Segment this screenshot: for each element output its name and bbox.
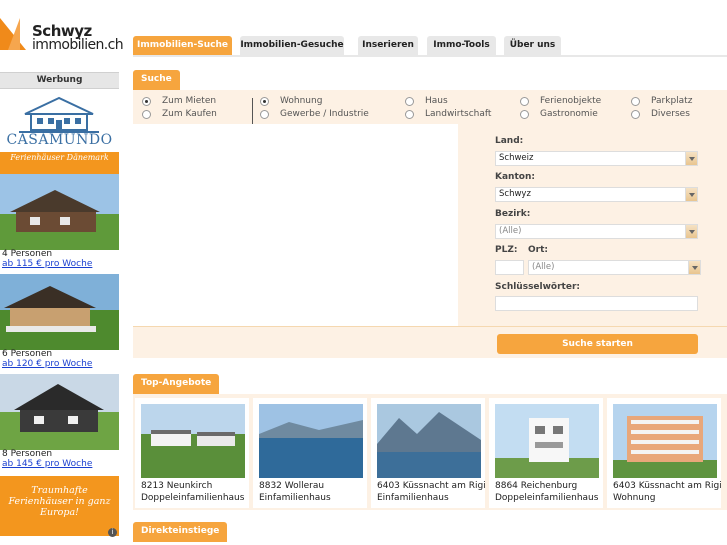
offer-photo — [613, 404, 717, 478]
chevron-down-icon — [685, 152, 697, 165]
offer-card[interactable]: 8832 Wollerau Einfamilienhaus — [253, 398, 367, 508]
offer-card[interactable]: 6403 Küssnacht am Rigi Einfamilienhaus — [371, 398, 486, 508]
radio-wohnung[interactable]: Wohnung — [260, 96, 322, 106]
ad-photo-3 — [0, 374, 119, 450]
label-bezirk: Bezirk: — [495, 209, 531, 219]
radio-gastronomie[interactable]: Gastronomie — [520, 109, 598, 119]
offer-photo — [259, 404, 363, 478]
offer-photo — [377, 404, 481, 478]
ad-brand: CASAMUNDO — [6, 132, 113, 148]
ad-banner[interactable]: CASAMUNDO Ferienhäuser Dänemark 4 Person… — [0, 92, 119, 539]
plz-input[interactable] — [495, 260, 524, 275]
radio-landwirtschaft[interactable]: Landwirtschaft — [405, 109, 491, 119]
search-form: Land: Schweiz Kanton: Schwyz Bezirk: (Al… — [458, 124, 727, 326]
submit-bar: Suche starten — [133, 326, 727, 358]
label-plz: PLZ: — [495, 245, 518, 255]
tab-immo-tools[interactable]: Immo-Tools — [427, 36, 496, 55]
offer-type: Doppeleinfamilienhaus — [141, 493, 245, 503]
offer-location: 6403 Küssnacht am Rigi — [377, 481, 486, 491]
divider — [252, 98, 253, 124]
ad-offer-persons: 4 Personen — [2, 249, 53, 259]
select-kanton[interactable]: Schwyz — [495, 187, 698, 202]
ad-offer-link[interactable]: ab 145 € pro Woche — [2, 459, 92, 469]
offer-location: 8864 Reichenburg — [495, 481, 578, 491]
map-area — [133, 124, 458, 326]
logo-line2: immobilien.ch — [32, 37, 124, 53]
offer-card[interactable]: 8213 Neunkirch Doppeleinfamilienhaus — [135, 398, 249, 508]
chevron-down-icon — [685, 225, 697, 238]
page: Schwyz immobilien.ch Werbung CASAMUNDO F… — [0, 0, 727, 545]
radio-gewerbe[interactable]: Gewerbe / Industrie — [260, 109, 369, 119]
direkt-header: Direkteinstiege — [133, 522, 228, 542]
tab-immobilien-gesuche[interactable]: Immobilien-Gesuche — [240, 36, 344, 55]
left-column: Schwyz immobilien.ch Werbung CASAMUNDO F… — [0, 0, 124, 545]
select-ort[interactable]: (Alle) — [528, 260, 701, 275]
offer-type: Einfamilienhaus — [377, 493, 449, 503]
search-panel: Zum Mieten Zum Kaufen Wohnung Gewerbe / … — [133, 90, 727, 358]
nav-divider — [133, 55, 727, 57]
offer-photo — [141, 404, 245, 478]
radio-parkplatz[interactable]: Parkplatz — [631, 96, 692, 106]
keywords-input[interactable] — [495, 296, 698, 311]
ad-tagline: Ferienhäuser Dänemark — [0, 152, 119, 174]
offer-card[interactable]: 6403 Küssnacht am Rigi Wohnung — [607, 398, 722, 508]
label-land: Land: — [495, 136, 524, 146]
chevron-down-icon — [685, 188, 697, 201]
ad-offer-persons: 6 Personen — [2, 349, 53, 359]
ad-photo-2 — [0, 274, 119, 350]
offer-card[interactable]: 8864 Reichenburg Doppeleinfamilienhaus — [489, 398, 603, 508]
offer-type: Doppeleinfamilienhaus — [495, 493, 599, 503]
ad-offer-link[interactable]: ab 120 € pro Woche — [2, 359, 92, 369]
offer-location: 6403 Küssnacht am Rigi — [613, 481, 722, 491]
offer-photo — [495, 404, 599, 478]
radio-zum-kaufen[interactable]: Zum Kaufen — [142, 109, 217, 119]
offer-location: 8213 Neunkirch — [141, 481, 213, 491]
top-offers-panel: 8213 Neunkirch Doppeleinfamilienhaus 883… — [133, 394, 727, 510]
search-header: Suche — [133, 70, 180, 90]
ad-footer-text: Traumhafte Ferienhäuser in ganz Europa! — [0, 476, 119, 536]
select-land[interactable]: Schweiz — [495, 151, 698, 166]
category-row: Zum Mieten Zum Kaufen Wohnung Gewerbe / … — [133, 93, 727, 124]
offer-location: 8832 Wollerau — [259, 481, 325, 491]
tab-inserieren[interactable]: Inserieren — [358, 36, 418, 55]
site-logo[interactable]: Schwyz immobilien.ch — [0, 18, 124, 54]
offer-type: Wohnung — [613, 493, 656, 503]
radio-zum-mieten[interactable]: Zum Mieten — [142, 96, 216, 106]
chevron-down-icon — [688, 261, 700, 274]
ad-info-icon[interactable]: i — [108, 528, 117, 537]
ad-offer-persons: 8 Personen — [2, 449, 53, 459]
tab-ueber-uns[interactable]: Über uns — [504, 36, 561, 55]
select-bezirk[interactable]: (Alle) — [495, 224, 698, 239]
radio-ferienobjekte[interactable]: Ferienobjekte — [520, 96, 601, 106]
offer-type: Einfamilienhaus — [259, 493, 331, 503]
ad-header: Werbung — [0, 72, 119, 89]
top-offers-header: Top-Angebote — [133, 374, 220, 394]
house-logo-icon — [19, 96, 99, 133]
radio-diverses[interactable]: Diverses — [631, 109, 690, 119]
search-submit-button[interactable]: Suche starten — [497, 334, 698, 354]
ad-offer-link[interactable]: ab 115 € pro Woche — [2, 259, 92, 269]
label-ort: Ort: — [528, 245, 548, 255]
ad-photo-1 — [0, 174, 119, 250]
label-kanton: Kanton: — [495, 172, 535, 182]
tab-immobilien-suche[interactable]: Immobilien-Suche — [133, 36, 232, 55]
radio-haus[interactable]: Haus — [405, 96, 448, 106]
label-keywords: Schlüsselwörter: — [495, 282, 580, 292]
